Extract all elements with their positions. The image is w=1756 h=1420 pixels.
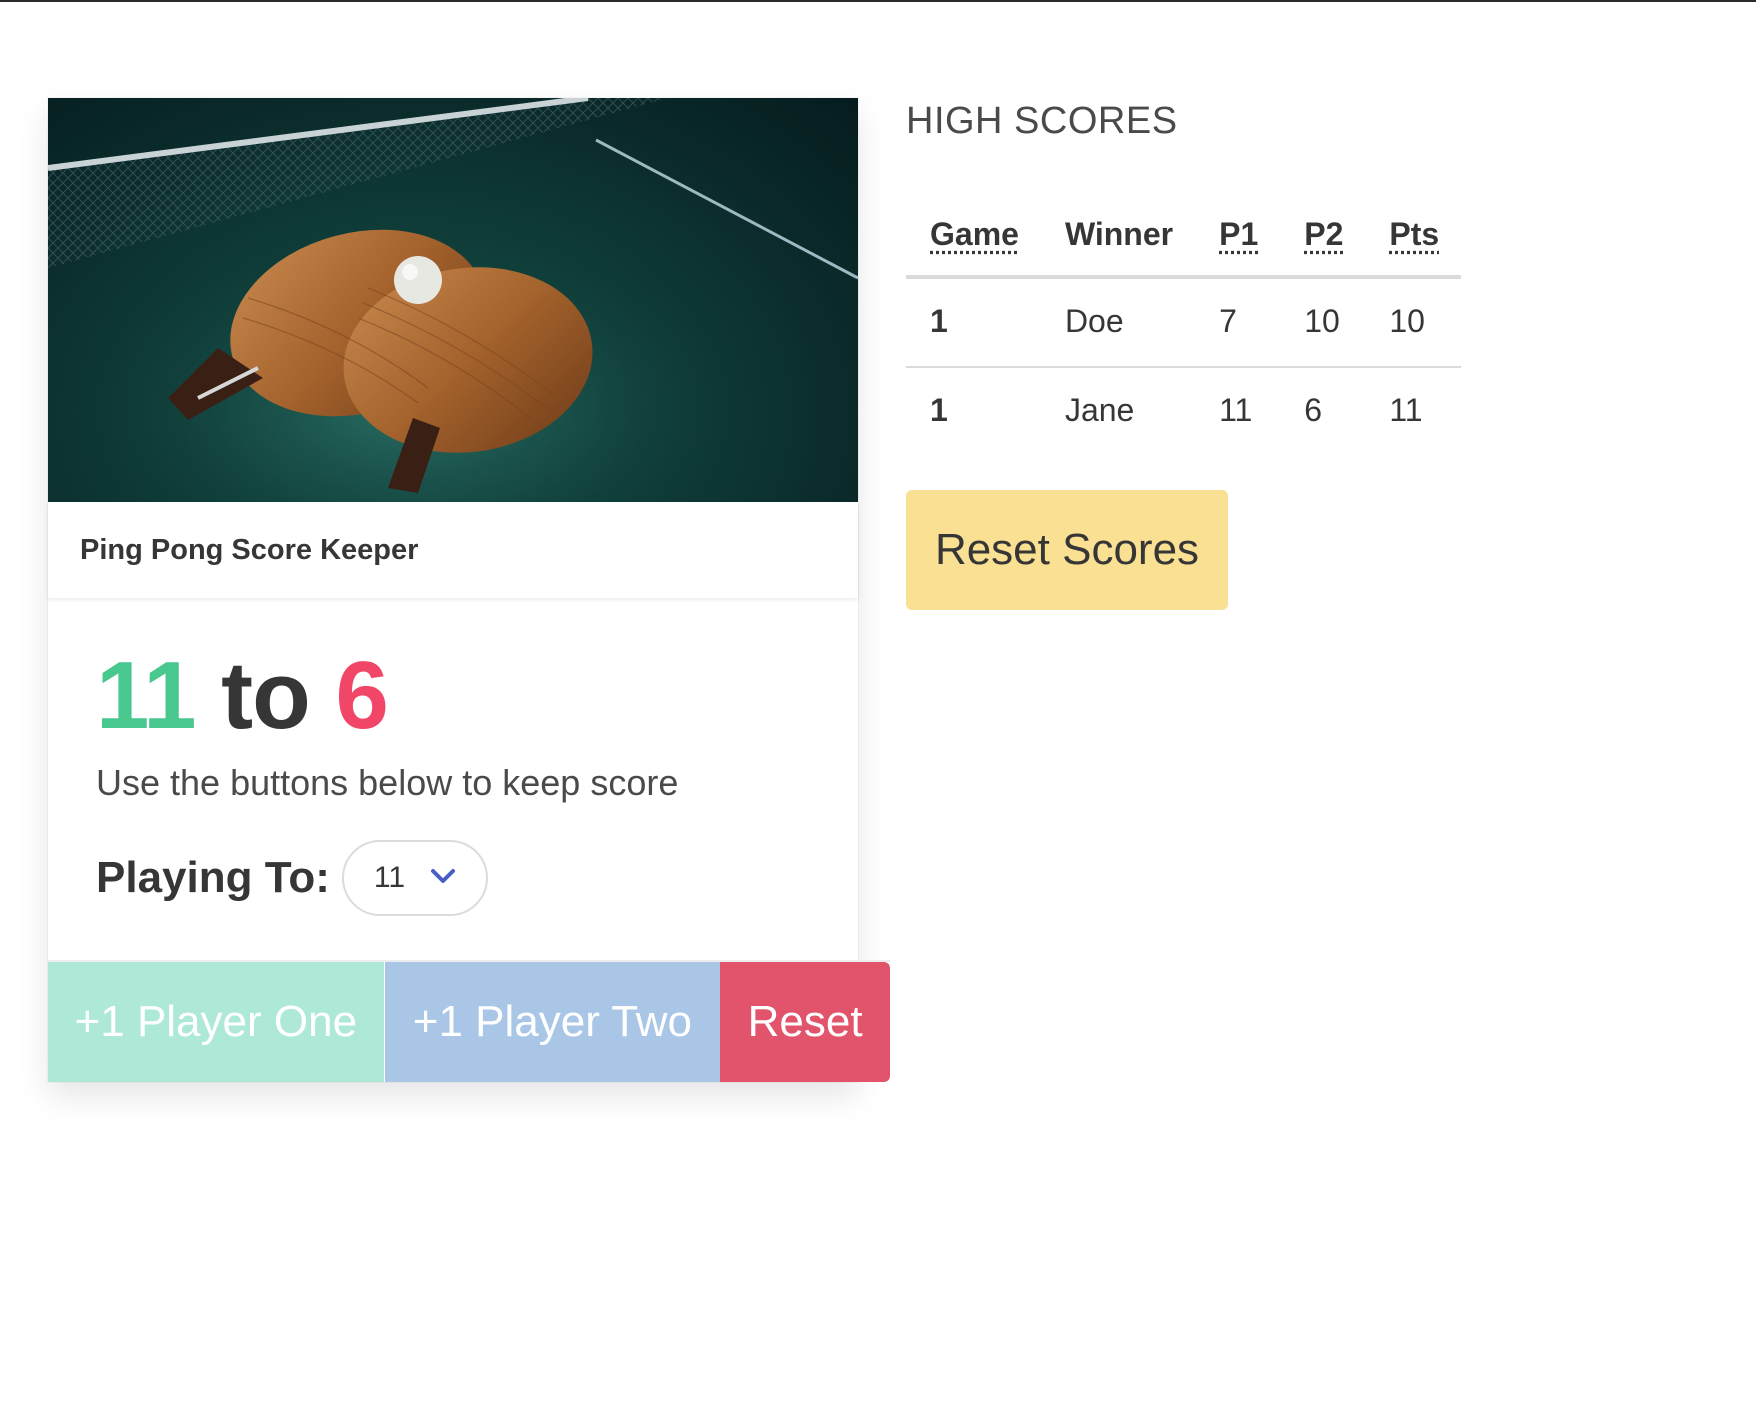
card-footer-buttons: +1 Player One +1 Player Two Reset — [48, 960, 890, 1082]
high-scores-table: Game Winner P1 P2 Pts 1 Doe 7 10 10 1 Ja… — [906, 200, 1462, 455]
cell-winner: Doe — [1040, 277, 1196, 368]
playing-to-select[interactable]: 11 — [341, 840, 488, 916]
column-header-p2: P2 — [1280, 200, 1366, 279]
window-top-border — [0, 0, 1756, 2]
chevron-down-icon — [430, 869, 455, 883]
cell-p1: 11 — [1219, 392, 1253, 428]
cell-p2: 6 — [1304, 392, 1323, 428]
score-keeper-card: Ping Pong Score Keeper 11 to 6 Use the b… — [48, 98, 890, 1082]
cell-winner: Jane — [1064, 392, 1135, 428]
column-header-game: Game — [906, 200, 1041, 279]
player-one-score: 11 — [96, 642, 196, 749]
score-separator: to — [221, 642, 311, 749]
cell-game: 1 — [930, 392, 948, 428]
playing-to-label: Playing To: — [96, 853, 330, 902]
table-row: 1 Doe 7 10 10 — [906, 277, 1462, 368]
cell-pts: 11 — [1389, 392, 1423, 428]
cell-p1: 7 — [1195, 277, 1281, 368]
add-point-player-one-button[interactable]: +1 Player One — [48, 962, 384, 1082]
high-scores-title: HIGH SCORES — [906, 100, 1178, 142]
ping-pong-photo — [48, 98, 858, 502]
playing-to-selected-value: 11 — [373, 861, 406, 894]
add-point-player-two-button[interactable]: +1 Player Two — [384, 962, 721, 1082]
playing-to-row: Playing To: 11 — [96, 840, 810, 916]
reset-button[interactable]: Reset — [720, 962, 890, 1082]
column-header-p1: P1 — [1195, 200, 1281, 279]
column-header-pts: Pts — [1365, 200, 1462, 279]
player-two-score: 6 — [335, 642, 388, 749]
reset-scores-button[interactable]: Reset Scores — [906, 490, 1228, 610]
cell-pts: 10 — [1365, 277, 1462, 368]
table-header-row: Game Winner P1 P2 Pts — [906, 200, 1462, 279]
ping-pong-paddles-image — [48, 98, 858, 502]
card-content: 11 to 6 Use the buttons below to keep sc… — [48, 598, 858, 960]
score-display: 11 to 6 — [96, 648, 810, 744]
table-row: 1 Jane 11 6 11 — [906, 367, 1461, 455]
card-header-title: Ping Pong Score Keeper — [48, 502, 858, 598]
column-header-winner: Winner — [1040, 200, 1196, 279]
cell-game: 1 — [906, 277, 1041, 368]
cell-p2: 10 — [1280, 277, 1366, 368]
instructions-text: Use the buttons below to keep score — [96, 762, 679, 803]
